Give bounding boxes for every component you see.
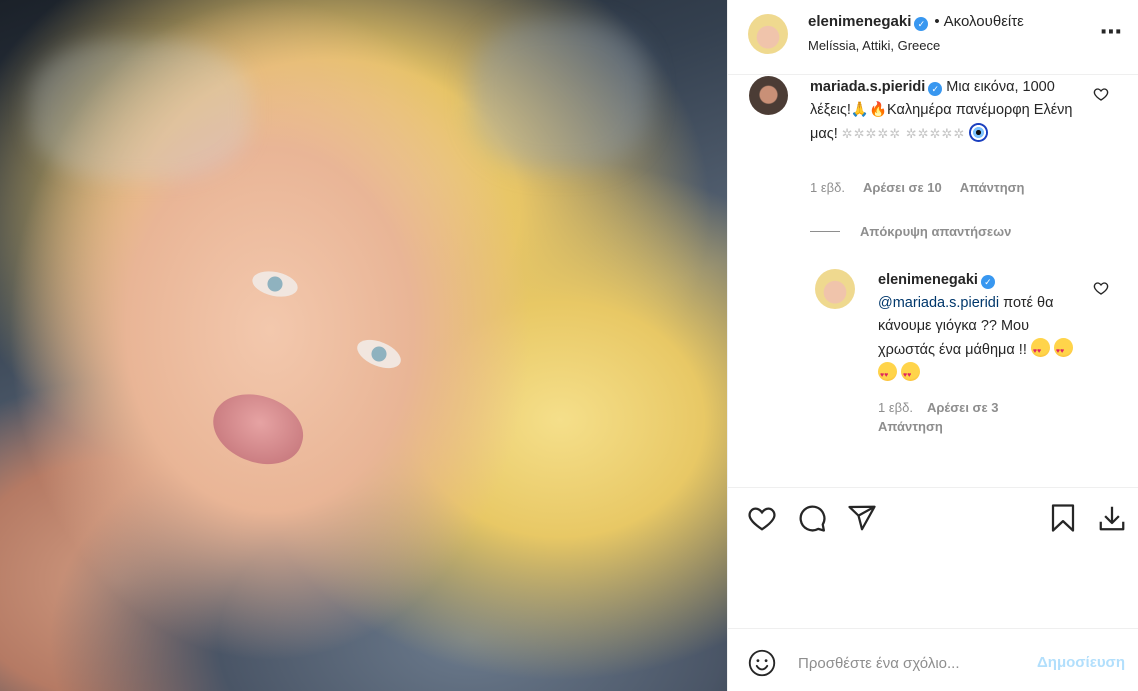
comment-like-heart-icon[interactable] xyxy=(1093,86,1109,102)
author-avatar[interactable] xyxy=(748,14,788,54)
separator-dot: • xyxy=(934,13,940,30)
photo-highlight xyxy=(470,20,650,170)
heart-eyes-emoji-icon xyxy=(1053,338,1073,363)
evil-eye-emoji-icon xyxy=(969,123,989,142)
reply-text: elenimenegaki ✓ @mariada.s.pieridi ποτέ θ… xyxy=(878,269,1078,387)
commenter-username[interactable]: mariada.s.pieridi xyxy=(810,79,925,95)
action-bar xyxy=(728,487,1138,627)
hide-replies-button[interactable]: Απόκρυψη απαντήσεων xyxy=(810,224,1011,239)
reply-mention-link[interactable]: @mariada.s.pieridi xyxy=(878,295,999,311)
more-options-icon[interactable]: ⋯ xyxy=(1100,21,1123,43)
photo-lips xyxy=(204,383,312,475)
share-icon xyxy=(848,505,876,531)
add-comment-bar: Δημοσίευση xyxy=(728,628,1138,691)
post-header: elenimenegaki ✓ • Ακολουθείτε Melíssia, Att… xyxy=(728,0,1138,75)
photo-eye xyxy=(353,334,405,374)
heart-eyes-emoji-icon xyxy=(901,362,920,387)
verified-badge-icon: ✓ xyxy=(928,82,943,96)
comment-button[interactable] xyxy=(797,503,829,535)
pray-emoji-icon: 🙏 xyxy=(850,102,869,118)
post-comment-button[interactable]: Δημοσίευση xyxy=(1037,654,1125,671)
verified-badge-icon: ✓ xyxy=(980,275,995,289)
comment-input[interactable] xyxy=(798,649,1018,677)
post-photo[interactable] xyxy=(0,0,727,691)
comment-meta: 1 εβδ. Αρέσει σε 10 Απάντηση xyxy=(810,180,1042,195)
post-location[interactable]: Melíssia, Attiki, Greece xyxy=(808,38,940,53)
author-name-row: elenimenegaki ✓ • Ακολουθείτε xyxy=(808,13,1024,31)
heart-icon xyxy=(748,507,776,531)
verified-badge-icon: ✓ xyxy=(914,17,929,31)
photo-eye xyxy=(250,267,300,301)
comment-likes-count[interactable]: Αρέσει σε 10 xyxy=(863,180,942,195)
reply-button[interactable]: Απάντηση xyxy=(960,180,1025,195)
heart-eyes-emoji-icon xyxy=(878,362,897,387)
reply-like-heart-icon[interactable] xyxy=(1093,280,1109,296)
save-button[interactable] xyxy=(1048,503,1080,535)
bookmark-icon xyxy=(1051,504,1075,532)
reply-username[interactable]: elenimenegaki xyxy=(878,272,978,288)
like-button[interactable] xyxy=(747,503,779,535)
reply-likes-count[interactable]: Αρέσει σε 3 xyxy=(927,400,999,415)
reply-button[interactable]: Απάντηση xyxy=(878,419,943,434)
author-username[interactable]: elenimenegaki xyxy=(808,13,911,30)
comment-text: mariada.s.pieridi ✓ Μια εικόνα, 1000 λέξε… xyxy=(810,76,1075,146)
reply-meta: 1 εβδ. Αρέσει σε 3 Απάντηση xyxy=(878,398,1078,436)
comments-list[interactable]: mariada.s.pieridi ✓ Μια εικόνα, 1000 λέξε… xyxy=(728,76,1138,486)
divider-line xyxy=(810,231,840,232)
comment-time[interactable]: 1 εβδ. xyxy=(810,180,845,195)
post-sidebar: elenimenegaki ✓ • Ακολουθείτε Melíssia, Att… xyxy=(727,0,1138,691)
download-button[interactable] xyxy=(1097,503,1129,535)
download-icon xyxy=(1099,506,1125,531)
photo-highlight xyxy=(30,40,250,180)
fire-emoji-icon: 🔥 xyxy=(868,102,888,118)
comment-icon xyxy=(799,505,826,532)
heart-eyes-emoji-icon xyxy=(1030,338,1050,363)
commenter-avatar[interactable] xyxy=(749,76,788,115)
reply-time[interactable]: 1 εβδ. xyxy=(878,400,913,415)
reply-avatar[interactable] xyxy=(815,269,855,309)
star-emojis: ✲✲✲✲✲ ✲✲✲✲✲ xyxy=(841,126,966,141)
emoji-picker-icon[interactable] xyxy=(748,649,776,677)
following-button[interactable]: Ακολουθείτε xyxy=(944,13,1024,30)
hide-replies-label: Απόκρυψη απαντήσεων xyxy=(860,224,1012,239)
share-button[interactable] xyxy=(847,503,879,535)
